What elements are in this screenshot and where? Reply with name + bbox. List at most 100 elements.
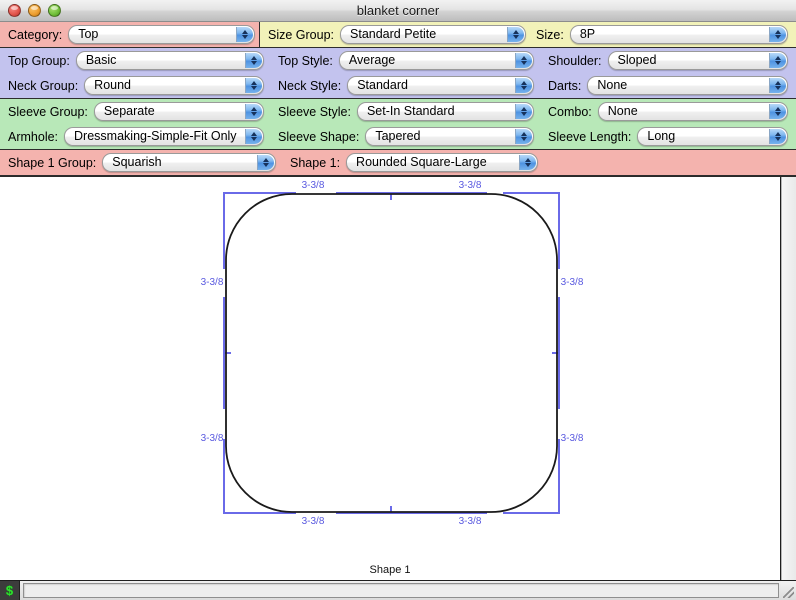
chevron-updown-icon[interactable] [769,78,786,93]
chevron-updown-icon[interactable] [515,104,532,119]
neck-group-field: Neck Group: Round [4,76,264,95]
sleeve-style-field: Sleeve Style: Set-In Standard [264,102,534,121]
shape-1-value: Rounded Square-Large [356,155,487,169]
chevron-updown-icon[interactable] [769,53,786,68]
dim-bottom-right: 3-3/8 [459,516,482,527]
chevron-updown-icon[interactable] [245,53,262,68]
sleeve-band: Sleeve Group: Separate Sleeve Style: Set… [0,99,796,150]
shoulder-label: Shoulder: [548,53,602,68]
size-group-label: Size Group: [268,27,335,42]
shoulder-popup[interactable]: Sloped [607,51,788,70]
category-popup[interactable]: Top [68,25,255,44]
darts-value: None [597,78,628,92]
minimize-button[interactable] [28,4,41,17]
neck-group-popup[interactable]: Round [84,76,264,95]
combo-popup[interactable]: None [597,102,788,121]
armhole-popup[interactable]: Dressmaking-Simple-Fit Only [64,127,264,146]
size-popup[interactable]: 8P [569,25,788,44]
top-group-value: Basic [85,53,117,67]
chevron-updown-icon[interactable] [236,27,253,42]
combo-value: None [607,104,638,118]
shape-1-field: Shape 1: Rounded Square-Large [276,153,539,172]
chevron-updown-icon[interactable] [515,129,532,144]
zoom-button[interactable] [48,4,61,17]
control-panel: Category: Top Size Group: Standard Petit… [0,22,796,177]
neck-style-label: Neck Style: [278,78,342,93]
shape-drawing: 3-3/8 3-3/8 3-3/8 3-3/8 3-3/8 3-3/8 3-3/… [201,180,584,527]
chevron-updown-icon[interactable] [245,129,262,144]
shape-outline[interactable] [225,193,558,513]
category-size-band: Category: Top Size Group: Standard Petit… [0,22,796,48]
title-bar[interactable]: blanket corner [0,0,796,22]
sleeve-style-label: Sleeve Style: [278,104,351,119]
chevron-updown-icon[interactable] [257,155,274,170]
sleeve-style-popup[interactable]: Set-In Standard [356,102,534,121]
shape-1-label: Shape 1: [290,155,341,170]
chevron-updown-icon[interactable] [245,78,262,93]
canvas-caption: Shape 1 [369,564,411,576]
darts-label: Darts: [548,78,582,93]
top-style-field: Top Style: Average [264,51,534,70]
sleeve-group-field: Sleeve Group: Separate [4,102,264,121]
neck-style-popup[interactable]: Standard [347,76,534,95]
top-group-popup[interactable]: Basic [75,51,264,70]
sleeve-group-value: Separate [103,104,155,118]
combo-label: Combo: [548,104,592,119]
darts-popup[interactable]: None [587,76,788,95]
dim-top-right: 3-3/8 [459,180,482,191]
sleeve-group-row: Sleeve Group: Separate Sleeve Style: Set… [0,99,796,124]
top-style-value: Average [348,53,396,67]
selection-bounds [223,192,560,514]
size-group-popup[interactable]: Standard Petite [340,25,527,44]
chevron-updown-icon[interactable] [769,27,786,42]
top-group-label: Top Group: [8,53,70,68]
status-bar: $ [0,580,796,600]
money-icon-glyph: $ [5,583,14,598]
chevron-updown-icon[interactable] [769,129,786,144]
sleeve-shape-label: Sleeve Shape: [278,129,360,144]
sleeve-style-value: Set-In Standard [366,104,455,118]
top-style-label: Top Style: [278,53,333,68]
money-icon[interactable]: $ [0,581,20,600]
sleeve-shape-field: Sleeve Shape: Tapered [264,127,534,146]
category-label: Category: [8,27,63,42]
armhole-label: Armhole: [8,129,59,144]
shape-1-group-field: Shape 1 Group: Squarish [4,153,276,172]
chevron-updown-icon[interactable] [769,104,786,119]
sleeve-length-value: Long [647,129,676,143]
neck-style-field: Neck Style: Standard [264,76,534,95]
status-message-field[interactable] [23,583,779,598]
size-value: 8P [579,27,596,41]
top-group-field: Top Group: Basic [4,51,264,70]
chevron-updown-icon[interactable] [519,155,537,170]
combo-field: Combo: None [534,102,792,121]
chevron-updown-icon[interactable] [245,104,262,119]
armhole-row: Armhole: Dressmaking-Simple-Fit Only Sle… [0,124,796,149]
shape-1-group-popup[interactable]: Squarish [102,153,276,172]
sleeve-shape-popup[interactable]: Tapered [365,127,534,146]
chevron-updown-icon[interactable] [515,78,532,93]
shape-1-row: Shape 1 Group: Squarish Shape 1: Rounded… [0,150,796,175]
darts-field: Darts: None [534,76,792,95]
sleeve-group-popup[interactable]: Separate [93,102,264,121]
shape-1-group-value: Squarish [112,155,162,169]
shape-band: Shape 1 Group: Squarish Shape 1: Rounded… [0,150,796,176]
shape-1-popup[interactable]: Rounded Square-Large [346,153,539,172]
dim-top-left: 3-3/8 [302,180,325,191]
canvas-area: 3-3/8 3-3/8 3-3/8 3-3/8 3-3/8 3-3/8 3-3/… [0,177,796,580]
drawing-canvas[interactable]: 3-3/8 3-3/8 3-3/8 3-3/8 3-3/8 3-3/8 3-3/… [0,177,781,580]
chevron-updown-icon[interactable] [507,27,525,42]
sleeve-length-popup[interactable]: Long [637,127,788,146]
dim-bottom-left: 3-3/8 [302,516,325,527]
app-window: blanket corner Category: Top Size Group:… [0,0,796,600]
chevron-updown-icon[interactable] [515,53,532,68]
close-button[interactable] [8,4,21,17]
sleeve-length-field: Sleeve Length: Long [534,127,792,146]
armhole-value: Dressmaking-Simple-Fit Only [74,129,237,143]
vertical-scrollbar[interactable] [781,177,796,580]
top-group-row: Top Group: Basic Top Style: Average Shou… [0,48,796,73]
top-style-popup[interactable]: Average [338,51,534,70]
category-value: Top [78,27,99,41]
neck-group-label: Neck Group: [8,78,79,93]
resize-grip[interactable] [781,581,796,600]
